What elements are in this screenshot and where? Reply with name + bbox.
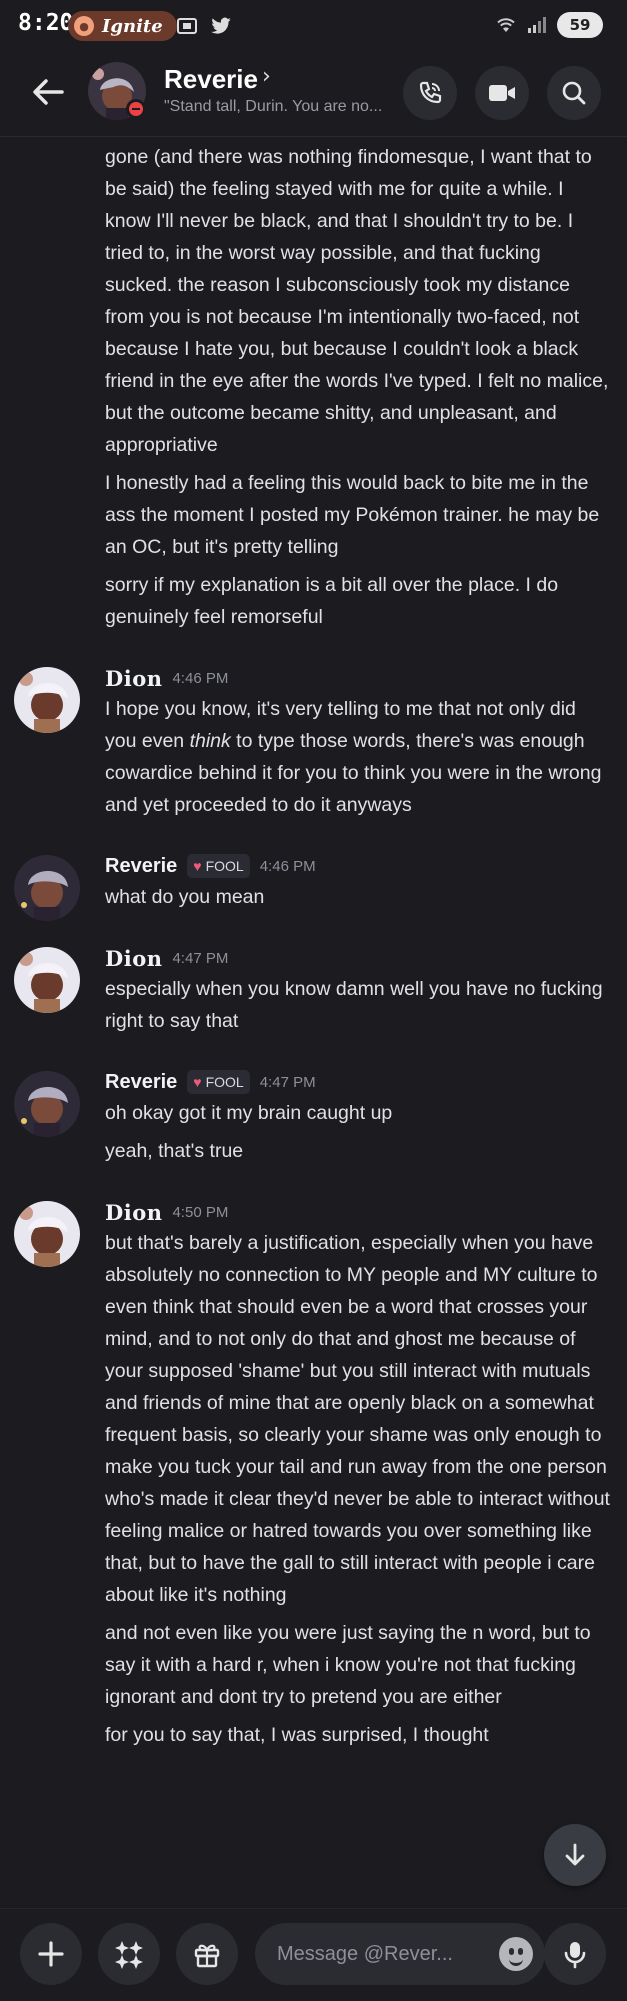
microphone-icon bbox=[564, 1942, 586, 1969]
twitter-icon bbox=[211, 17, 231, 34]
heart-icon: ♥ bbox=[193, 1074, 202, 1090]
avatar[interactable] bbox=[14, 1201, 80, 1267]
screen-record-icon bbox=[177, 18, 197, 34]
chat-title[interactable]: Reverie bbox=[164, 64, 258, 95]
chat-header: Reverie › "Stand tall, Durin. You are no… bbox=[0, 54, 627, 137]
signal-icon bbox=[528, 17, 546, 33]
message-group: Reverie ♥ FOOL 4:47 PM oh okay got it my … bbox=[0, 1067, 627, 1167]
message-text: oh okay got it my brain caught up bbox=[105, 1102, 393, 1124]
search-icon bbox=[562, 81, 586, 105]
message-group: Dion 4:47 PM especially when you know da… bbox=[0, 943, 627, 1037]
spotify-icon: ● bbox=[74, 16, 94, 36]
message-text: I hope you know, it's very telling to me… bbox=[105, 698, 602, 816]
ignite-label: Ignite bbox=[102, 15, 163, 37]
arrow-down-icon bbox=[565, 1843, 585, 1866]
jump-to-bottom-button[interactable] bbox=[544, 1824, 606, 1886]
username[interactable]: Dion bbox=[105, 666, 162, 691]
back-arrow-icon[interactable] bbox=[28, 72, 68, 112]
plus-icon bbox=[38, 1941, 64, 1967]
avatar[interactable] bbox=[14, 1071, 80, 1137]
video-call-button[interactable] bbox=[475, 66, 529, 120]
message-group: Reverie ♥ FOOL 4:46 PM what do you mean bbox=[0, 851, 627, 921]
message-text: gone (and there was nothing findomesque,… bbox=[105, 146, 609, 456]
video-icon bbox=[489, 85, 515, 101]
message-text: what do you mean bbox=[105, 886, 265, 908]
avatar[interactable] bbox=[14, 667, 80, 733]
message-group: Dion 4:46 PM I hope you know, it's very … bbox=[0, 663, 627, 821]
timestamp: 4:50 PM bbox=[172, 1203, 229, 1221]
message-list[interactable]: gone (and there was nothing findomesque,… bbox=[0, 137, 627, 1907]
message-text: sorry if my explanation is a bit all ove… bbox=[105, 574, 559, 628]
avatar[interactable] bbox=[14, 855, 80, 921]
gift-button[interactable] bbox=[176, 1923, 238, 1985]
custom-status: "Stand tall, Durin. You are no... bbox=[164, 98, 383, 115]
dnd-status-icon bbox=[126, 99, 146, 119]
avatar[interactable] bbox=[14, 947, 80, 1013]
apps-icon bbox=[115, 1941, 143, 1969]
battery-indicator: 59 bbox=[557, 12, 603, 38]
message-group: Dion 4:50 PM but that's barely a justifi… bbox=[0, 1197, 627, 1751]
voice-message-button[interactable] bbox=[544, 1923, 606, 1985]
username[interactable]: Dion bbox=[105, 1200, 162, 1225]
timestamp: 4:46 PM bbox=[172, 669, 229, 687]
apps-button[interactable] bbox=[98, 1923, 160, 1985]
heart-icon: ♥ bbox=[193, 858, 202, 874]
message-input[interactable]: Message @Rever... bbox=[255, 1923, 545, 1985]
username[interactable]: Reverie bbox=[105, 1071, 177, 1094]
search-button[interactable] bbox=[547, 66, 601, 120]
username[interactable]: Dion bbox=[105, 946, 162, 971]
message-text: I honestly had a feeling this would back… bbox=[105, 472, 600, 558]
voice-call-button[interactable] bbox=[403, 66, 457, 120]
message-placeholder: Message @Rever... bbox=[277, 1942, 453, 1965]
emoji-icon[interactable] bbox=[499, 1937, 533, 1971]
message-text: and not even like you were just saying t… bbox=[105, 1622, 591, 1708]
role-tag[interactable]: ♥ FOOL bbox=[187, 1070, 250, 1094]
phone-icon bbox=[419, 81, 442, 104]
username[interactable]: Reverie bbox=[105, 855, 177, 878]
chevron-right-icon[interactable]: › bbox=[262, 64, 271, 89]
add-attachment-button[interactable] bbox=[20, 1923, 82, 1985]
wifi-icon bbox=[497, 18, 515, 32]
status-bar: 8:20 ● Ignite 59 bbox=[0, 0, 627, 54]
gift-icon bbox=[194, 1944, 220, 1968]
system-indicators: 59 bbox=[495, 12, 603, 38]
status-time: 8:20 bbox=[18, 10, 74, 36]
ignite-pill[interactable]: ● Ignite bbox=[68, 11, 177, 41]
emphasis: think bbox=[189, 730, 231, 752]
timestamp: 4:47 PM bbox=[172, 949, 229, 967]
message-text: but that's barely a justification, espec… bbox=[105, 1232, 610, 1606]
notification-icons bbox=[175, 14, 233, 38]
message-text: yeah, that's true bbox=[105, 1140, 244, 1162]
timestamp: 4:47 PM bbox=[259, 1073, 316, 1091]
role-tag[interactable]: ♥ FOOL bbox=[187, 854, 250, 878]
message-text: especially when you know damn well you h… bbox=[105, 978, 603, 1032]
composer-bar: Message @Rever... bbox=[0, 1908, 627, 2001]
timestamp: 4:46 PM bbox=[259, 857, 316, 875]
message-text: for you to say that, I was surprised, I … bbox=[105, 1724, 489, 1746]
